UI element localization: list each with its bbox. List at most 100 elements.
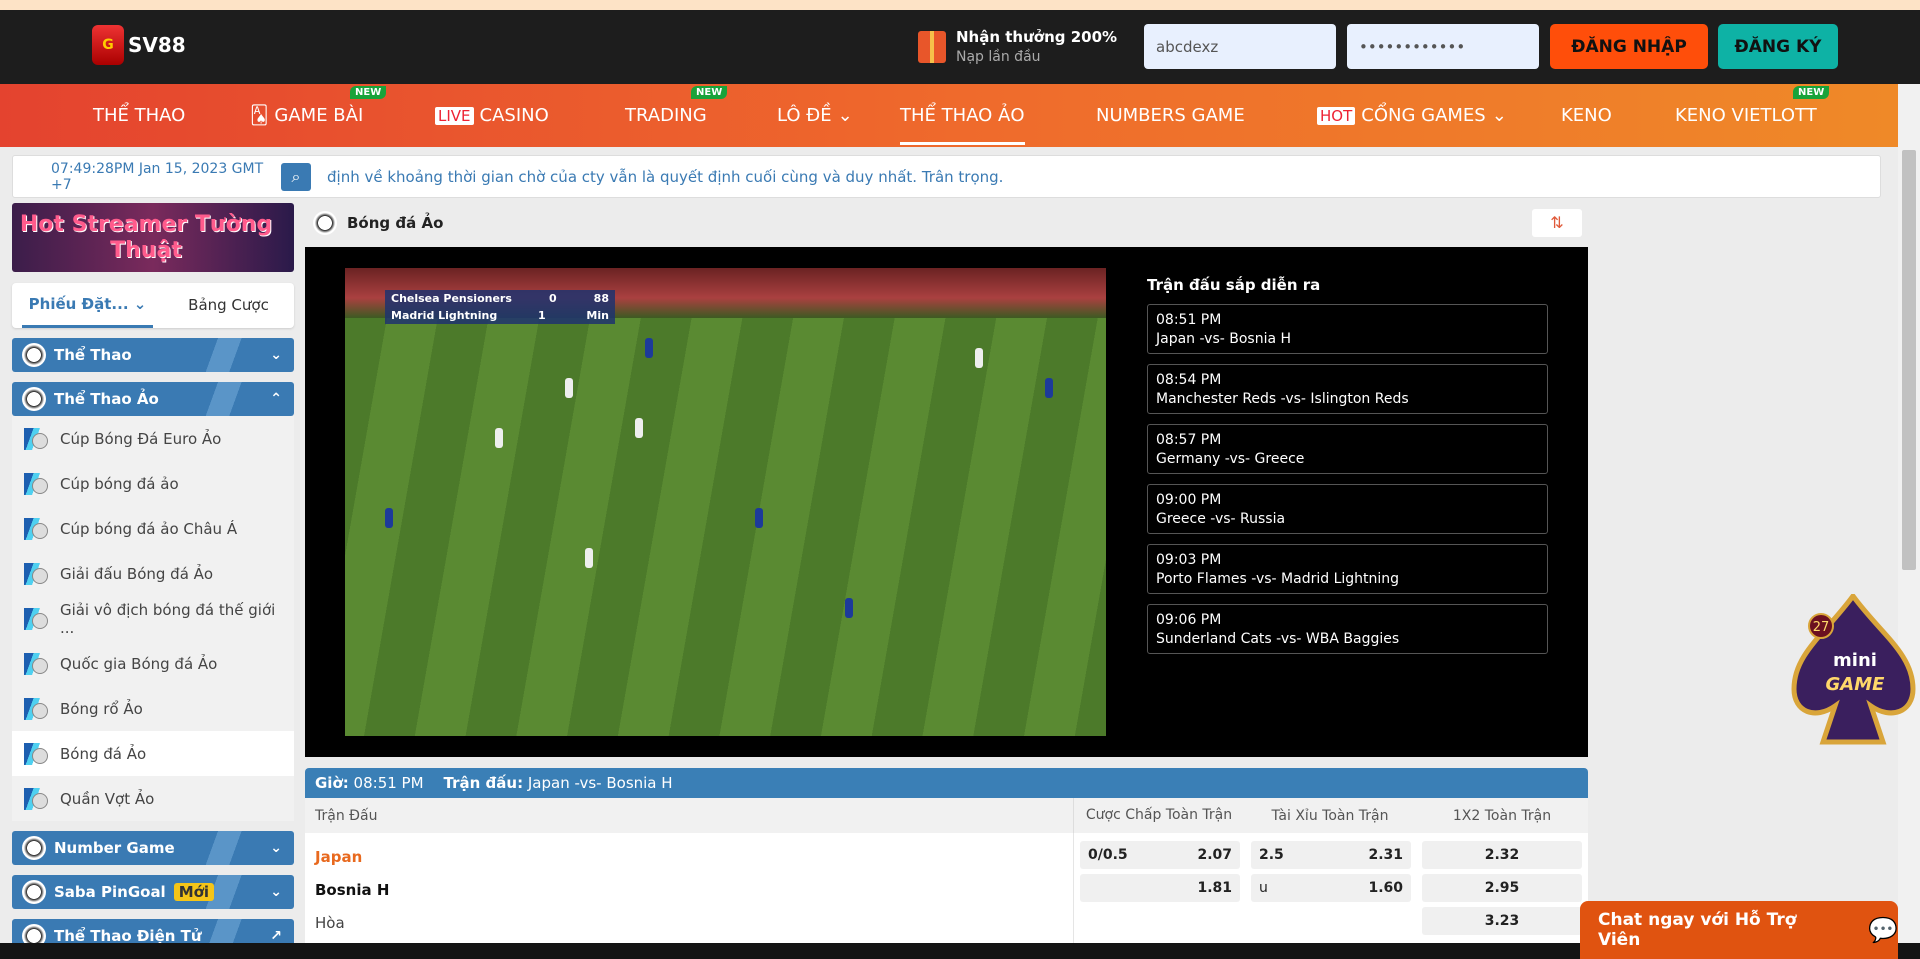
list-item[interactable]: Giải vô địch bóng đá thế giới ... [12,596,294,641]
promo-subtitle: Nạp lần đầu [956,49,1041,65]
table-row: Bosnia H 1.81 u 1.60 2.95 [305,874,1588,907]
announcement-text: định về khoảng thời gian chờ của cty vẫn… [327,167,1004,186]
tab-bet-slip[interactable]: Phiếu Đặt... ⌄ [22,283,153,328]
tab-bet-list[interactable]: Bảng Cược [163,283,294,328]
nav-trading[interactable]: TRADING NEW [625,84,728,147]
section-the-thao-ao[interactable]: Thể Thao Ảo ⌃ [12,382,294,416]
match-header: Giờ: 08:51 PM Trận đấu: Japan -vs- Bosni… [305,768,1588,798]
logo-mark: G [92,25,124,65]
upcoming-match[interactable]: 09:00 PM Greece -vs- Russia [1147,484,1548,534]
new-badge: NEW [350,86,387,99]
upcoming-match[interactable]: 08:51 PM Japan -vs- Bosnia H [1147,304,1548,354]
1x2-odds[interactable]: 3.23 [1422,907,1582,935]
register-button[interactable]: ĐĂNG KÝ [1718,24,1838,69]
list-item[interactable]: Quốc gia Bóng đá Ảo [12,641,294,686]
scrollbar-thumb[interactable] [1902,150,1916,570]
browser-top-strip [0,0,1920,10]
globe-ball-icon [24,652,48,675]
odds-value: 2.31 [1368,847,1403,863]
player [565,378,573,398]
nav-live-casino[interactable]: LIVE CASINO [435,84,549,147]
first-deposit-promo[interactable]: Nhận thưởng 200% Nạp lần đầu [918,28,1117,65]
sort-button[interactable]: ⇅ [1532,209,1582,237]
soccer-ball-icon [24,742,48,765]
match-time: 09:03 PM [1156,552,1222,568]
col-over-under: Tài Xỉu Toàn Trận [1271,807,1389,824]
match-time: 08:57 PM [1156,432,1222,448]
chevron-down-icon: ⌄ [837,105,853,126]
live-chat-button[interactable]: Chat ngay với Hỗ Trợ Viên 💬 [1580,901,1898,959]
nav-lo-de[interactable]: LÔ ĐỀ ⌄ [777,84,853,147]
search-icon[interactable]: ⌕ [281,162,311,191]
table-row: Japan 0/0.5 2.07 2.5 2.31 2.32 [305,841,1588,874]
external-link-icon: ↗ [270,928,282,944]
team-name: Bosnia H [315,881,390,899]
list-item[interactable]: Giải đấu Bóng đá Ảo [12,551,294,596]
section-number-game[interactable]: Number Game ⌄ [12,831,294,865]
nav-label: THỂ THAO [93,105,186,126]
login-button[interactable]: ĐĂNG NHẬP [1550,24,1708,69]
promo-title: Nhận thưởng 200% [956,28,1118,46]
away-team: Madrid Lightning [391,309,498,322]
tennis-ball-icon [24,787,48,810]
match-time: 09:06 PM [1156,612,1222,628]
player [495,428,503,448]
nav-label: NUMBERS GAME [1096,105,1245,126]
upcoming-match[interactable]: 09:06 PM Sunderland Cats -vs- WBA Baggies [1147,604,1548,654]
list-item[interactable]: Cúp bóng đá ảo [12,461,294,506]
gift-icon [918,30,946,63]
nav-the-thao-ao[interactable]: THỂ THAO ẢO [900,84,1025,147]
match-time: 08:51 PM [353,774,424,792]
nav-label: THỂ THAO ẢO [900,105,1025,126]
nav-game-bai[interactable]: 🂡 GAME BÀI NEW [250,84,387,147]
nav-keno[interactable]: KENO [1561,84,1612,147]
nav-keno-vietlott[interactable]: KENO VIETLOTT NEW [1675,84,1830,147]
trophy-icon [24,427,48,450]
over-under-odds[interactable]: 2.5 2.31 [1251,841,1411,869]
username-input[interactable] [1144,24,1336,69]
upcoming-match[interactable]: 08:54 PM Manchester Reds -vs- Islington R… [1147,364,1548,414]
match-name: Japan -vs- Bosnia H [527,774,673,792]
nav-the-thao[interactable]: THỂ THAO [93,84,185,147]
1x2-odds[interactable]: 2.32 [1422,841,1582,869]
match-time: 09:00 PM [1156,492,1222,508]
mini-game-button[interactable]: 27 mini GAME [1791,594,1916,747]
chat-label: Chat ngay với Hỗ Trợ Viên [1598,910,1797,950]
world-cup-icon [24,607,48,630]
over-under-odds[interactable]: u 1.60 [1251,874,1411,902]
home-team: Chelsea Pensioners [391,292,512,305]
odds-table: Japan 0/0.5 2.07 2.5 2.31 2.32 Bosnia H 1.… [305,833,1588,943]
match-video[interactable]: Chelsea Pensioners 0 88 Madrid Lightning 1 M… [345,268,1106,736]
list-item-active[interactable]: Bóng đá Ảo [12,731,294,776]
list-item[interactable]: Cúp Bóng Đá Euro Ảo [12,416,294,461]
nav-numbers-game[interactable]: NUMBERS GAME [1096,84,1245,147]
nav-cong-games[interactable]: HOT CỔNG GAMES ⌄ [1317,84,1507,147]
match-name: Manchester Reds -vs- Islington Reds [1156,391,1409,407]
match-name: Sunderland Cats -vs- WBA Baggies [1156,631,1400,647]
item-label: Cúp bóng đá ảo Châu Á [60,519,238,538]
1x2-odds[interactable]: 2.95 [1422,874,1582,902]
odds-column-header: Trận Đấu Cược Chấp Toàn Trận Tài Xỉu Toà… [305,798,1588,833]
logo[interactable]: G SV88 [92,20,222,70]
section-label: Thể Thao [54,346,132,364]
list-item[interactable]: Cúp bóng đá ảo Châu Á [12,506,294,551]
section-saba-pingoal[interactable]: Saba PinGoal Mới ⌄ [12,875,294,909]
nav-label: TRADING [625,105,707,126]
handicap-odds[interactable]: 0/0.5 2.07 [1080,841,1240,869]
pingoal-ball-icon [22,880,46,904]
upcoming-match[interactable]: 08:57 PM Germany -vs- Greece [1147,424,1548,474]
match-time: 08:54 PM [1156,372,1222,388]
hot-streamer-banner[interactable]: Hot Streamer Tường Thuật [12,203,294,272]
odds-line: 2.5 [1259,847,1284,863]
password-input[interactable] [1347,24,1539,69]
handicap-odds[interactable]: 1.81 [1080,874,1240,902]
sort-icon: ⇅ [1550,213,1564,232]
list-item[interactable]: Bóng rổ Ảo [12,686,294,731]
main-panel: Bóng đá Ảo [305,203,1588,243]
section-the-thao[interactable]: Thể Thao ⌄ [12,338,294,372]
upcoming-match[interactable]: 09:03 PM Porto Flames -vs- Madrid Lightni… [1147,544,1548,594]
virtual-sports-list: Cúp Bóng Đá Euro Ảo Cúp bóng đá ảo Cúp b… [12,416,294,821]
list-item[interactable]: Quần Vợt Ảo [12,776,294,821]
player [385,508,393,528]
match-clock: 88 [593,292,609,305]
